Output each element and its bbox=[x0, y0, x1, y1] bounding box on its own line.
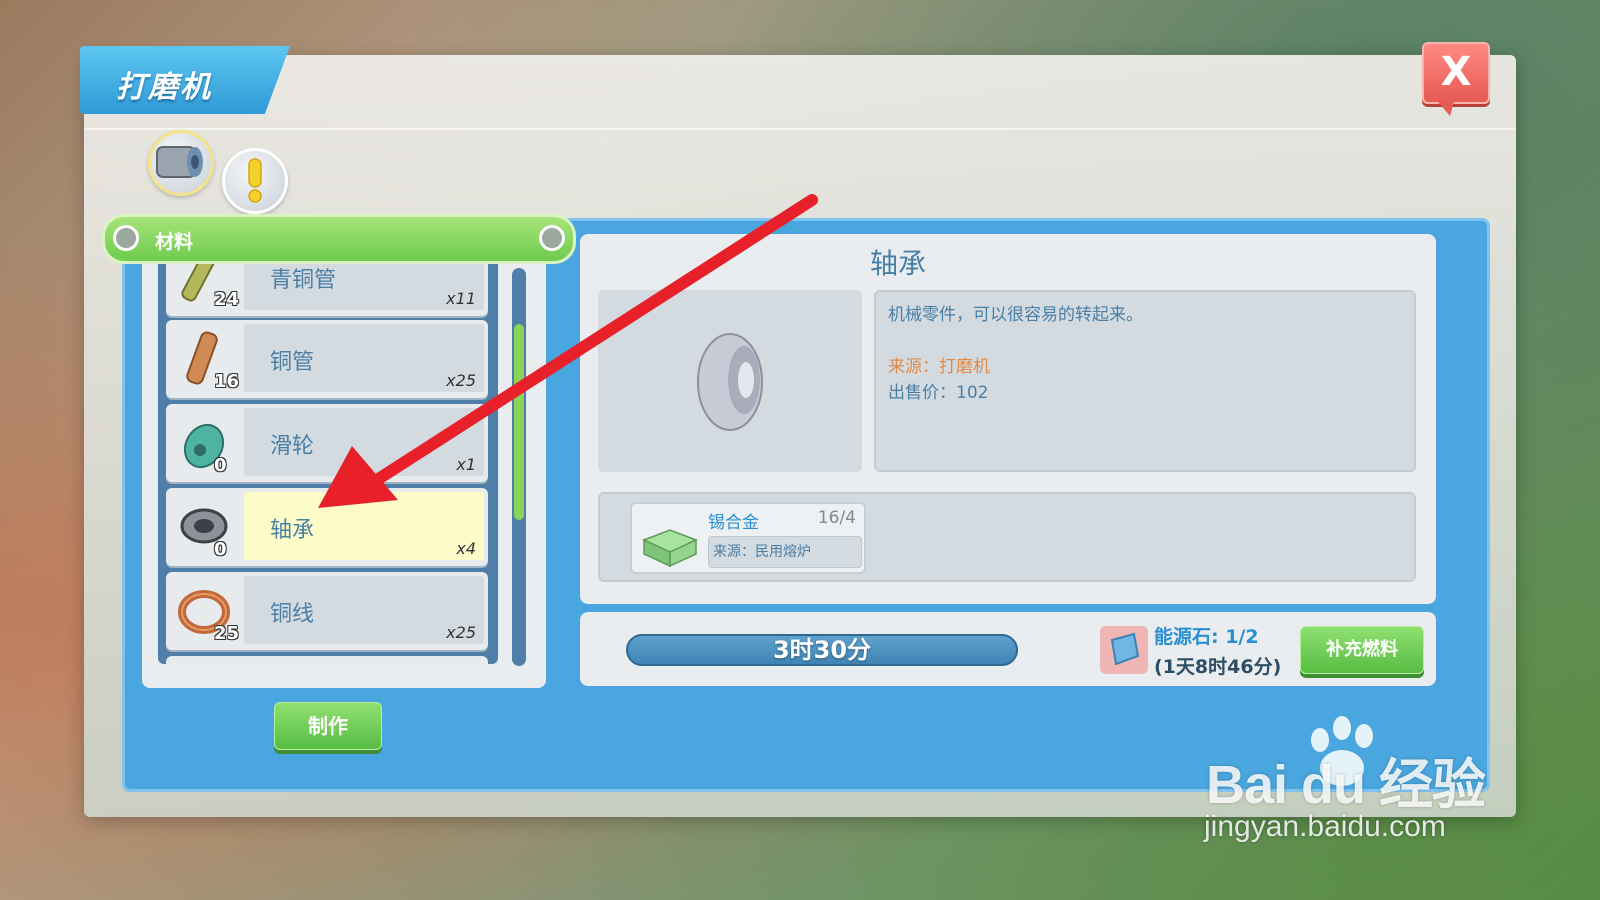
bearing-preview-icon bbox=[697, 333, 763, 431]
item-name: 青铜管 bbox=[270, 268, 337, 293]
item-name: 滑轮 bbox=[270, 434, 315, 459]
list-item[interactable]: 25 铜线 x25 bbox=[166, 572, 488, 650]
material-count: 16/4 bbox=[817, 508, 856, 528]
item-name: 轴承 bbox=[270, 518, 315, 543]
category-dot-right bbox=[539, 225, 565, 251]
category-label: 材料 bbox=[155, 231, 194, 253]
detail-title: 轴承 bbox=[869, 247, 926, 280]
energy-label: 能源石: 1/2 bbox=[1154, 626, 1259, 648]
item-count: 0 bbox=[214, 455, 227, 476]
material-name: 锡合金 bbox=[708, 513, 759, 533]
exclamation-icon bbox=[248, 158, 262, 203]
list-item[interactable] bbox=[166, 656, 488, 664]
info-tab[interactable] bbox=[222, 148, 288, 214]
item-preview bbox=[598, 290, 862, 472]
bearing-icon: 0 bbox=[170, 492, 238, 562]
item-qty: x11 bbox=[446, 289, 476, 308]
window-title: 打磨机 bbox=[116, 70, 212, 105]
item-qty: x4 bbox=[456, 539, 476, 558]
item-source: 来源：打磨机 bbox=[888, 357, 990, 377]
energy-time: (1天8时46分) bbox=[1154, 656, 1282, 678]
tin-alloy-icon bbox=[642, 529, 698, 568]
list-item[interactable]: 0 滑轮 x1 bbox=[166, 404, 488, 482]
item-price: 出售价：102 bbox=[888, 383, 989, 403]
make-button[interactable]: 制作 bbox=[274, 702, 382, 750]
bronze-pipe-icon: 24 bbox=[170, 256, 240, 312]
item-count: 25 bbox=[214, 623, 240, 644]
item-list[interactable]: 24 青铜管 x11 16 铜管 x25 0 滑轮 x1 0 轴承 x4 25 bbox=[158, 256, 498, 664]
list-item[interactable]: 16 铜管 x25 bbox=[166, 320, 488, 398]
item-count: 24 bbox=[214, 289, 240, 310]
category-dot-left bbox=[113, 225, 139, 251]
item-qty: x25 bbox=[446, 623, 476, 642]
item-qty: x25 bbox=[446, 371, 476, 390]
item-count: 0 bbox=[214, 539, 227, 560]
copper-pipe-icon: 16 bbox=[170, 324, 240, 394]
energy-stone-icon bbox=[1100, 626, 1148, 674]
description-box: 机械零件，可以很容易的转起来。 来源：打磨机 出售价：102 bbox=[874, 290, 1416, 472]
list-item[interactable]: 24 青铜管 x11 bbox=[166, 256, 488, 316]
material-source: 来源：民用熔炉 bbox=[708, 536, 862, 568]
scroll-thumb[interactable] bbox=[514, 324, 524, 520]
item-name: 铜线 bbox=[270, 602, 315, 627]
bearing-machine-icon bbox=[156, 146, 203, 178]
copper-wire-icon: 25 bbox=[170, 576, 240, 646]
watermark-url: jingyan.baidu.com bbox=[1204, 810, 1446, 843]
timer-bar: 3时30分 bbox=[626, 634, 1018, 666]
list-scrollbar[interactable] bbox=[512, 268, 526, 666]
item-name: 铜管 bbox=[270, 350, 315, 375]
item-qty: x1 bbox=[456, 455, 476, 474]
item-description: 机械零件，可以很容易的转起来。 bbox=[888, 305, 1143, 325]
category-bar[interactable]: 材料 bbox=[102, 214, 576, 264]
close-button[interactable]: X bbox=[1422, 42, 1490, 116]
list-item-selected[interactable]: 0 轴承 x4 bbox=[166, 488, 488, 566]
item-count: 16 bbox=[214, 371, 240, 392]
material-card[interactable]: 锡合金 16/4 来源：民用熔炉 bbox=[630, 502, 866, 574]
machine-tab[interactable] bbox=[148, 130, 214, 196]
refuel-button[interactable]: 补充燃料 bbox=[1300, 626, 1424, 674]
watermark-logo: Bai du 经验 bbox=[1206, 755, 1486, 815]
title-divider bbox=[84, 128, 1516, 130]
pulley-icon: 0 bbox=[170, 408, 238, 478]
